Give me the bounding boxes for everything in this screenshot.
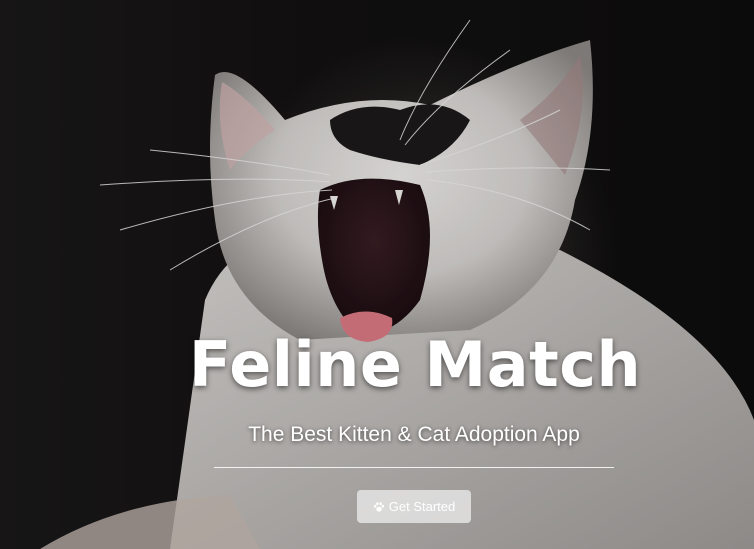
hero-content: Feline Match The Best Kitten & Cat Adopt… bbox=[0, 0, 754, 549]
hero-section: Feline Match The Best Kitten & Cat Adopt… bbox=[0, 0, 754, 549]
get-started-button[interactable]: Get Started bbox=[357, 490, 471, 523]
get-started-label: Get Started bbox=[388, 499, 456, 514]
app-subtitle: The Best Kitten & Cat Adoption App bbox=[248, 423, 580, 446]
paw-icon bbox=[373, 501, 384, 512]
divider bbox=[214, 467, 614, 468]
app-title: Feline Match bbox=[188, 328, 642, 401]
